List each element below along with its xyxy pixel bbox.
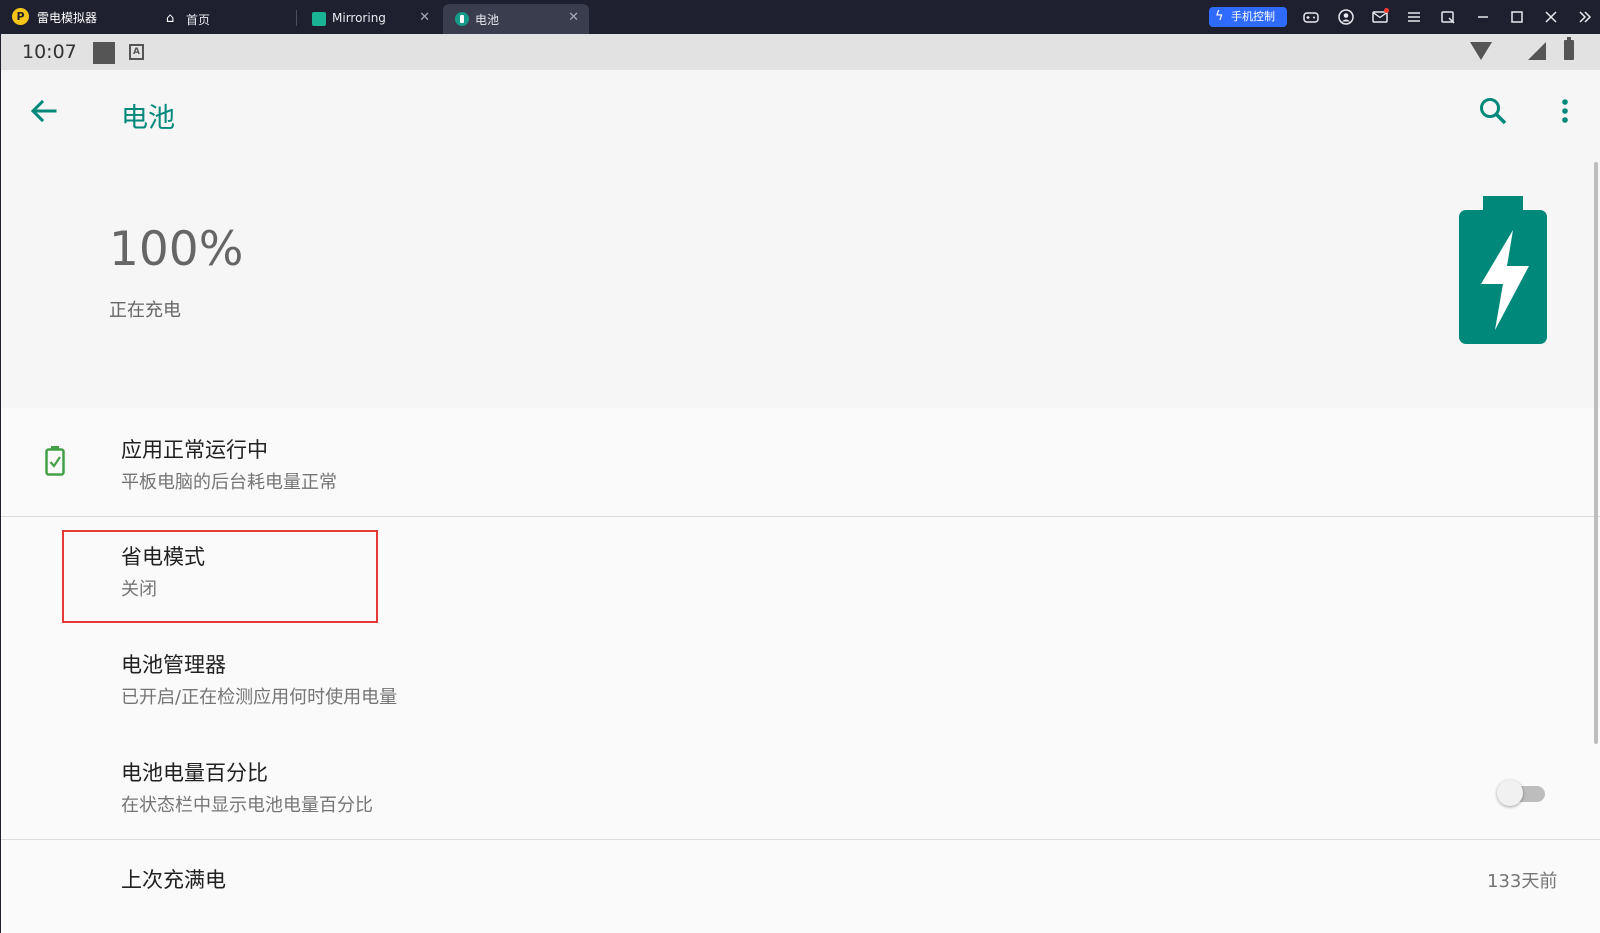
toggle-thumb — [1497, 780, 1523, 806]
close-icon[interactable] — [1542, 8, 1560, 26]
battery-header: 100% 正在充电 — [1, 158, 1600, 408]
list-item-last-full-charge[interactable]: 上次充满电 133天前 — [1, 840, 1600, 933]
status-bar: 10:07 A — [1, 34, 1600, 70]
emulator-titlebar: P 雷电模拟器 ⌂ 首页 Mirroring ✕ 电池 ✕ ϟ 手机控制 — [0, 0, 1600, 34]
minimize-icon[interactable] — [1474, 8, 1492, 26]
item-title: 电池管理器 — [121, 653, 226, 677]
tab-home[interactable]: ⌂ 首页 — [154, 4, 294, 34]
expand-icon[interactable] — [1576, 8, 1594, 26]
item-summary: 平板电脑的后台耗电量正常 — [121, 472, 337, 493]
settings-list: 应用正常运行中 平板电脑的后台耗电量正常 省电模式 关闭 电池管理器 已开启/正… — [1, 408, 1600, 933]
tab-label: 电池 — [475, 13, 500, 27]
tab-label: Mirroring — [332, 11, 386, 25]
mirroring-app-icon — [312, 12, 326, 26]
menu-icon[interactable] — [1405, 8, 1423, 26]
tab-battery[interactable]: 电池 ✕ — [443, 4, 589, 34]
phone-control-button[interactable]: ϟ 手机控制 — [1209, 7, 1287, 27]
item-title: 电池电量百分比 — [121, 761, 268, 785]
battery-percent: 100% — [109, 222, 244, 277]
tab-divider — [296, 10, 297, 26]
app-bar: 电池 — [1, 70, 1600, 158]
tab-close-icon[interactable]: ✕ — [419, 10, 430, 25]
notification-a-icon: A — [129, 44, 144, 60]
scrollbar[interactable] — [1594, 162, 1598, 744]
search-icon[interactable] — [1476, 94, 1510, 128]
tab-label: 首页 — [186, 13, 211, 27]
item-title: 上次充满电 — [121, 868, 226, 892]
signal-icon — [1528, 42, 1546, 60]
notification-dot — [1384, 8, 1389, 13]
item-summary: 在状态栏中显示电池电量百分比 — [121, 795, 373, 816]
battery-charging-icon — [1459, 196, 1547, 344]
battery-ok-icon — [45, 446, 65, 476]
list-item-battery-manager[interactable]: 电池管理器 已开启/正在检测应用何时使用电量 — [1, 625, 1600, 733]
android-screen: 10:07 A 电池 100% 正在充电 应用正常运行中 平板电脑的后台耗电量正… — [1, 34, 1600, 933]
phone-control-label: 手机控制 — [1231, 10, 1275, 23]
page-title: 电池 — [121, 103, 175, 134]
list-item[interactable]: 应用正常运行中 平板电脑的后台耗电量正常 — [1, 408, 1600, 516]
notification-square-icon — [93, 42, 115, 64]
highlight-box — [62, 530, 378, 623]
battery-status-icon — [1564, 37, 1574, 60]
battery-app-icon — [455, 12, 469, 26]
charging-status: 正在充电 — [109, 300, 181, 321]
account-icon[interactable] — [1337, 8, 1355, 26]
tab-close-icon[interactable]: ✕ — [568, 10, 579, 25]
back-arrow-icon[interactable] — [27, 94, 61, 128]
window-icon[interactable] — [1439, 8, 1457, 26]
item-title: 应用正常运行中 — [121, 438, 268, 462]
item-summary: 已开启/正在检测应用何时使用电量 — [121, 687, 398, 708]
bolt-icon: ϟ — [1215, 9, 1224, 24]
wifi-icon — [1470, 42, 1492, 60]
app-name: 雷电模拟器 — [37, 11, 98, 25]
gamepad-icon[interactable] — [1302, 8, 1320, 26]
battery-percentage-toggle[interactable] — [1497, 777, 1549, 809]
more-options-icon[interactable] — [1555, 94, 1575, 128]
home-icon: ⌂ — [166, 11, 175, 26]
mail-icon[interactable] — [1371, 8, 1389, 26]
status-time: 10:07 — [22, 41, 77, 63]
tab-mirroring[interactable]: Mirroring ✕ — [300, 4, 440, 34]
item-value: 133天前 — [1487, 871, 1558, 892]
list-item-battery-percentage[interactable]: 电池电量百分比 在状态栏中显示电池电量百分比 — [1, 733, 1600, 840]
maximize-icon[interactable] — [1508, 8, 1526, 26]
ldplayer-logo-icon: P — [12, 8, 29, 25]
